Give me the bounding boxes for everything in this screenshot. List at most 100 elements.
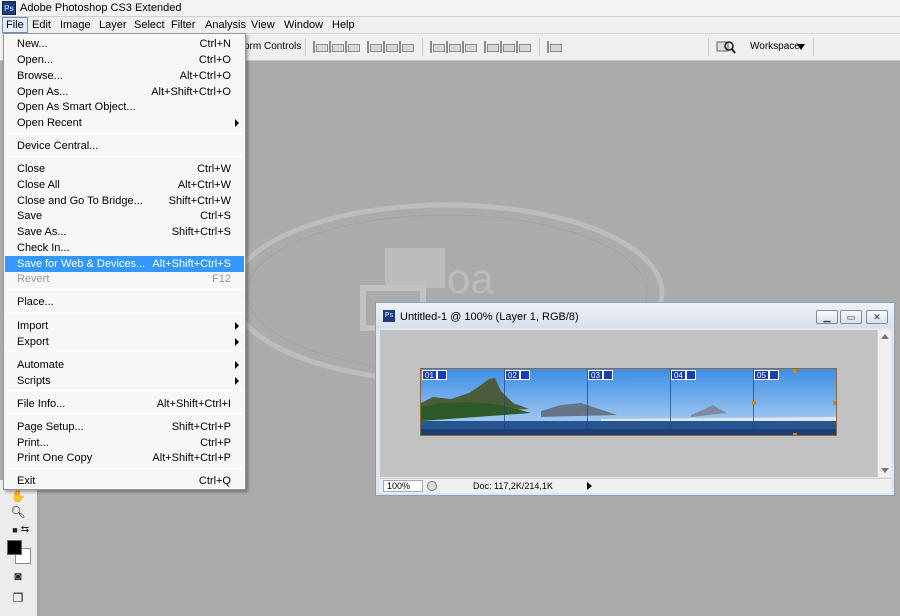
options-separator xyxy=(422,38,423,56)
watermark-text-a: oa xyxy=(447,255,494,302)
menu-item-scripts[interactable]: Scripts xyxy=(5,373,244,389)
document-size-info: Doc: 117,2K/214,1K xyxy=(473,481,553,491)
menu-image[interactable]: Image xyxy=(57,17,94,33)
menu-analysis[interactable]: Analysis xyxy=(202,17,249,33)
menu-item-page-setup[interactable]: Page Setup... Shift+Ctrl+P xyxy=(5,419,244,435)
menu-item-open[interactable]: Open... Ctrl+O xyxy=(5,52,244,68)
align-vertical-center-icon[interactable] xyxy=(329,41,344,53)
slice-number-badge[interactable]: 04 xyxy=(671,370,686,380)
vertical-scrollbar[interactable] xyxy=(877,330,891,477)
slice-type-icon xyxy=(520,370,530,380)
options-separator xyxy=(708,38,709,56)
menu-item-export[interactable]: Export xyxy=(5,334,244,350)
menu-item-save-as[interactable]: Save As... Shift+Ctrl+S xyxy=(5,224,244,240)
distribute-right-icon[interactable] xyxy=(516,41,531,53)
auto-align-layers-icon[interactable] xyxy=(547,41,562,53)
align-horizontal-center-icon[interactable] xyxy=(383,41,398,53)
options-separator xyxy=(305,38,306,56)
submenu-arrow-icon xyxy=(235,119,239,127)
slice-type-icon xyxy=(437,370,447,380)
distribute-bottom-icon[interactable] xyxy=(462,41,477,53)
zoom-tool-icon[interactable]: 🔍︎ xyxy=(9,504,27,520)
menu-item-revert: Revert F12 xyxy=(17,273,231,285)
screen-mode-icon[interactable]: ❐ xyxy=(9,590,27,606)
swap-colors-icon[interactable]: ⇆ xyxy=(16,522,34,538)
slice-resize-handle[interactable] xyxy=(793,369,797,373)
submenu-arrow-icon xyxy=(235,377,239,385)
menu-select[interactable]: Select xyxy=(131,17,168,33)
distribute-left-icon[interactable] xyxy=(484,41,499,53)
slice-type-icon xyxy=(769,370,779,380)
align-top-icon[interactable] xyxy=(313,41,328,53)
minimize-button[interactable]: ▁ xyxy=(816,310,838,324)
menu-item-close-all[interactable]: Close All Alt+Ctrl+W xyxy=(5,177,244,193)
menu-item-file-info[interactable]: File Info... Alt+Shift+Ctrl+I xyxy=(5,396,244,412)
menu-item-open-as-smart-object[interactable]: Open As Smart Object... xyxy=(5,99,244,115)
scroll-up-icon[interactable] xyxy=(881,334,889,339)
document-title: Untitled-1 @ 100% (Layer 1, RGB/8) xyxy=(400,311,579,323)
menu-item-close-and-go-to-bridge[interactable]: Close and Go To Bridge... Shift+Ctrl+W xyxy=(5,193,244,209)
distribute-horizontal-center-icon[interactable] xyxy=(500,41,515,53)
menu-view[interactable]: View xyxy=(248,17,278,33)
bridge-icon[interactable] xyxy=(716,39,736,55)
maximize-button[interactable]: ▭ xyxy=(840,310,862,324)
menu-item-browse[interactable]: Browse... Alt+Ctrl+O xyxy=(5,68,244,84)
panorama-image[interactable]: 01 02 03 04 05 xyxy=(420,368,837,436)
submenu-arrow-icon xyxy=(235,361,239,369)
slice-resize-handle[interactable] xyxy=(793,433,797,435)
menu-item-exit[interactable]: Exit Ctrl+Q xyxy=(5,473,244,489)
slice-number-badge[interactable]: 03 xyxy=(588,370,603,380)
show-transform-controls-label[interactable]: orm Controls xyxy=(244,41,301,52)
foreground-color-swatch[interactable] xyxy=(7,540,22,555)
slice-number-badge[interactable]: 01 xyxy=(422,370,437,380)
menu-item-open-recent[interactable]: Open Recent xyxy=(5,115,244,131)
slice-number-badge[interactable]: 05 xyxy=(754,370,769,380)
distribute-top-icon[interactable] xyxy=(430,41,445,53)
slice-number-badge[interactable]: 02 xyxy=(505,370,520,380)
menu-help[interactable]: Help xyxy=(329,17,358,33)
menu-separator xyxy=(6,156,243,157)
options-separator xyxy=(539,38,540,56)
menu-layer[interactable]: Layer xyxy=(96,17,130,33)
menu-item-open-as[interactable]: Open As... Alt+Shift+Ctrl+O xyxy=(5,84,244,100)
align-left-icon[interactable] xyxy=(367,41,382,53)
status-circle-icon[interactable] xyxy=(427,481,437,491)
menu-item-save[interactable]: Save Ctrl+S xyxy=(5,208,244,224)
menu-item-import[interactable]: Import xyxy=(5,318,244,334)
submenu-arrow-icon xyxy=(235,322,239,330)
document-title-bar[interactable]: Ps Untitled-1 @ 100% (Layer 1, RGB/8) ▁ … xyxy=(376,303,894,328)
menu-file[interactable]: File xyxy=(2,17,28,33)
menu-item-print-one-copy[interactable]: Print One Copy Alt+Shift+Ctrl+P xyxy=(5,450,244,466)
hand-tool-icon[interactable]: ✋ xyxy=(9,488,27,504)
menu-item-place[interactable]: Place... xyxy=(5,294,244,310)
menu-item-close[interactable]: Close Ctrl+W xyxy=(5,161,244,177)
menu-separator xyxy=(6,289,243,290)
menu-separator xyxy=(6,312,243,313)
slice-type-icon xyxy=(686,370,696,380)
workspace-button[interactable]: Workspace xyxy=(750,41,800,52)
chevron-down-icon[interactable] xyxy=(797,44,805,50)
scroll-down-icon[interactable] xyxy=(881,468,889,473)
menu-item-save-for-web[interactable]: Save for Web & Devices... Alt+Shift+Ctrl+… xyxy=(5,256,244,272)
menu-bar: File Edit Image Layer Select Filter Anal… xyxy=(0,17,900,34)
menu-separator xyxy=(6,351,243,352)
menu-item-print[interactable]: Print... Ctrl+P xyxy=(5,435,244,451)
slice-resize-handle[interactable] xyxy=(833,401,836,405)
zoom-level-field[interactable]: 100% xyxy=(383,480,423,492)
menu-item-check-in[interactable]: Check In... xyxy=(5,240,244,256)
status-menu-arrow-icon[interactable] xyxy=(587,482,592,490)
quick-mask-icon[interactable]: ◙ xyxy=(9,568,27,584)
menu-item-automate[interactable]: Automate xyxy=(5,357,244,373)
horizontal-scrollbar[interactable] xyxy=(595,480,875,492)
align-right-icon[interactable] xyxy=(399,41,414,53)
menu-item-device-central[interactable]: Device Central... xyxy=(5,138,244,154)
align-bottom-icon[interactable] xyxy=(345,41,360,53)
menu-item-new[interactable]: New... Ctrl+N xyxy=(5,36,244,52)
menu-separator xyxy=(6,468,243,469)
menu-window[interactable]: Window xyxy=(281,17,326,33)
menu-filter[interactable]: Filter xyxy=(168,17,198,33)
slice-resize-handle[interactable] xyxy=(752,401,756,405)
distribute-vertical-center-icon[interactable] xyxy=(446,41,461,53)
menu-edit[interactable]: Edit xyxy=(29,17,54,33)
close-button[interactable]: ✕ xyxy=(866,310,888,324)
